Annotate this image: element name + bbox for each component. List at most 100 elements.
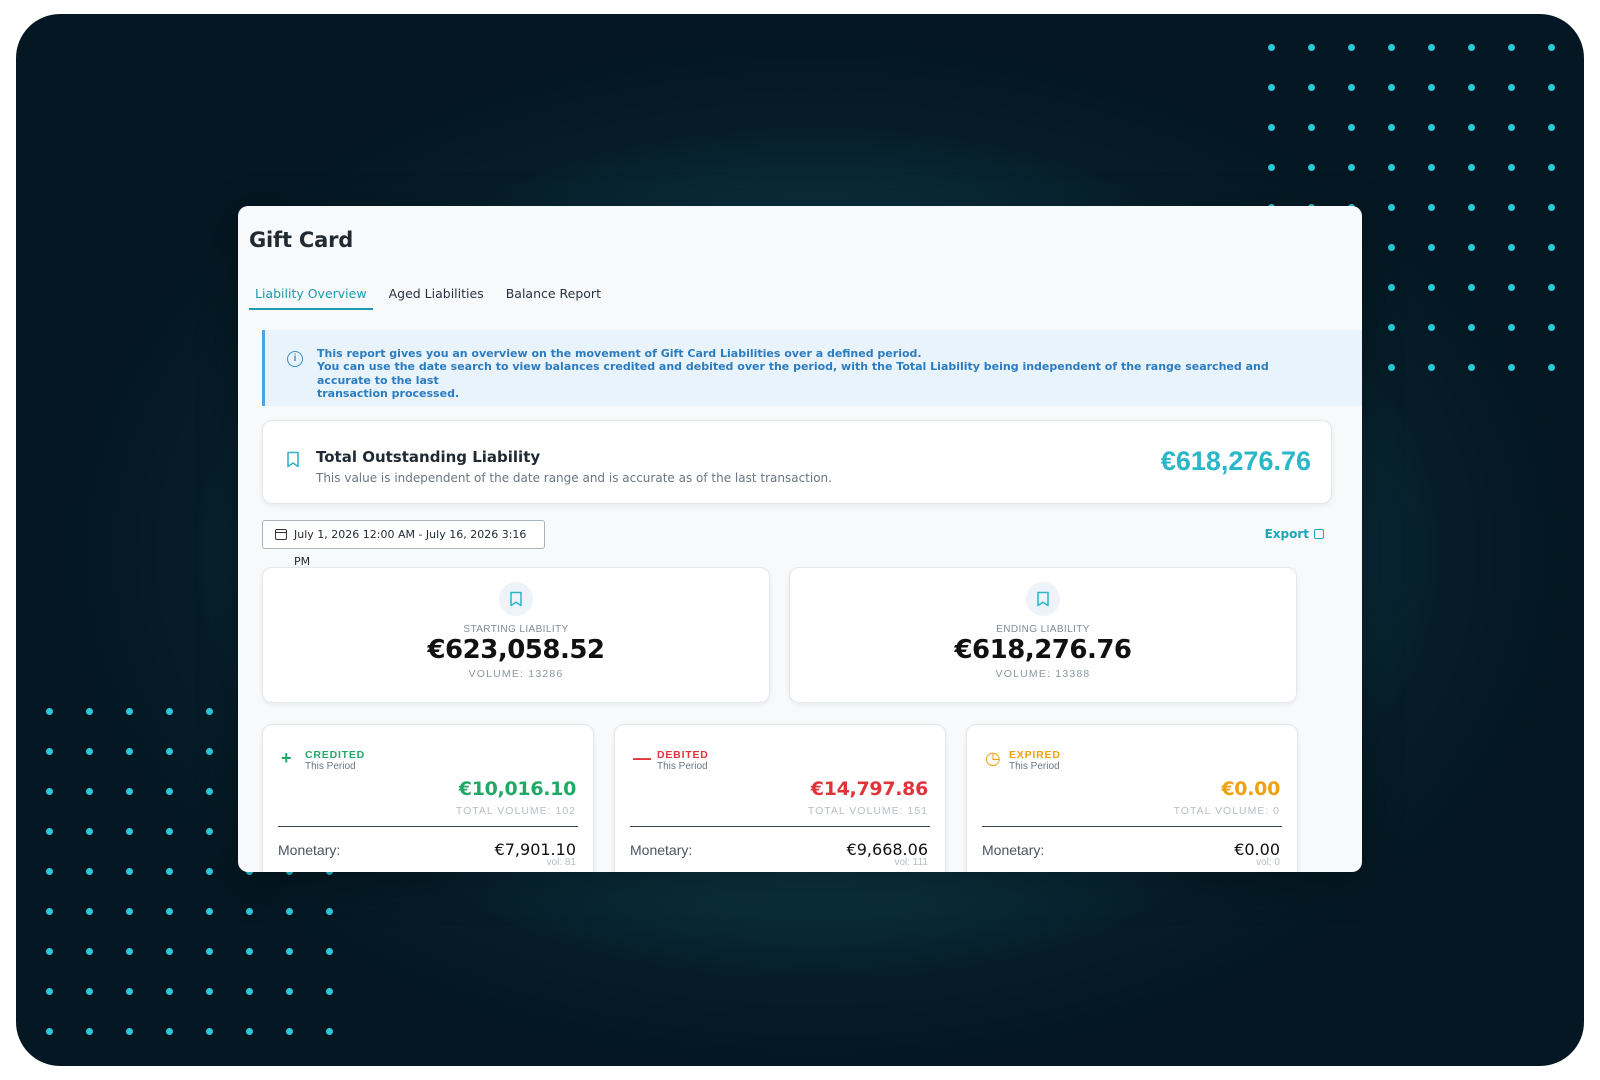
decorative-dot: [166, 708, 173, 715]
movement-subtitle: This Period: [657, 761, 708, 772]
decorative-dot: [1388, 284, 1395, 291]
decorative-dot: [1428, 204, 1435, 211]
monetary-label: Monetary:: [982, 842, 1045, 858]
decorative-dot: [86, 988, 93, 995]
decorative-dot: [1268, 164, 1275, 171]
decorative-dot: [1428, 244, 1435, 251]
app-window: Gift Card Liability Overview Aged Liabil…: [238, 206, 1362, 872]
info-text: This report gives you an overview on the…: [317, 347, 1287, 400]
decorative-dot: [1548, 244, 1555, 251]
decorative-dot: [286, 988, 293, 995]
export-button[interactable]: Export: [1265, 527, 1324, 541]
decorative-dot: [86, 708, 93, 715]
receipt-icon: [287, 451, 299, 468]
movement-amount: €14,797.86: [810, 778, 929, 800]
movement-total-volume: TOTAL VOLUME: 102: [455, 805, 576, 817]
decorative-dot: [1508, 364, 1515, 371]
decorative-dot: [1428, 284, 1435, 291]
decorative-dot: [86, 1028, 93, 1035]
total-liability-title: Total Outstanding Liability: [316, 448, 541, 466]
decorative-dot: [1508, 324, 1515, 331]
decorative-dot: [86, 748, 93, 755]
decorative-dot: [46, 708, 53, 715]
decorative-dot: [126, 1028, 133, 1035]
decorative-dot: [1268, 44, 1275, 51]
decorative-dot: [166, 788, 173, 795]
expired-card: ◷ EXPIRED This Period €0.00 TOTAL VOLUME…: [966, 724, 1298, 872]
decorative-dot: [126, 908, 133, 915]
tab-balance-report[interactable]: Balance Report: [500, 286, 607, 310]
decorative-dot: [1468, 84, 1475, 91]
decorative-dot: [166, 908, 173, 915]
decorative-dot: [1388, 324, 1395, 331]
decorative-dot: [1548, 364, 1555, 371]
movement-total-volume: TOTAL VOLUME: 151: [807, 805, 928, 817]
decorative-dot: [166, 988, 173, 995]
decorative-dot: [1548, 124, 1555, 131]
decorative-dot: [46, 828, 53, 835]
decorative-dot: [1348, 44, 1355, 51]
decorative-dot: [1428, 164, 1435, 171]
decorative-dot: [326, 988, 333, 995]
decorative-dot: [1388, 84, 1395, 91]
decorative-dot: [206, 1028, 213, 1035]
monetary-volume: vol: 111: [894, 857, 928, 868]
decorative-dot: [286, 948, 293, 955]
decorative-dot: [1468, 204, 1475, 211]
decorative-dot: [126, 948, 133, 955]
movement-amount: €0.00: [1221, 778, 1280, 800]
date-range-value: July 1, 2026 12:00 AM - July 16, 2026 3:…: [294, 528, 527, 568]
decorative-dot: [1308, 164, 1315, 171]
decorative-dot: [326, 1028, 333, 1035]
divider: [982, 826, 1282, 827]
liability-label: STARTING LIABILITY: [463, 624, 569, 635]
monetary-volume: vol: 81: [546, 857, 576, 868]
decorative-dot: [1548, 204, 1555, 211]
decorative-dot: [1468, 364, 1475, 371]
decorative-dot: [1388, 204, 1395, 211]
liability-value: €618,276.76: [954, 635, 1132, 665]
decorative-dot: [46, 748, 53, 755]
decorative-dot: [1388, 164, 1395, 171]
liability-volume: VOLUME: 13286: [468, 668, 564, 680]
decorative-dot: [1428, 324, 1435, 331]
decorative-dot: [1508, 244, 1515, 251]
decorative-dot: [1548, 284, 1555, 291]
decorative-dot: [126, 748, 133, 755]
liability-volume: VOLUME: 13388: [995, 668, 1091, 680]
decorative-dot: [126, 868, 133, 875]
decorative-dot: [206, 868, 213, 875]
decorative-dot: [126, 708, 133, 715]
decorative-dot: [286, 908, 293, 915]
decorative-dot: [126, 828, 133, 835]
decorative-dot: [86, 788, 93, 795]
decorative-dot: [1428, 364, 1435, 371]
decorative-dot: [206, 908, 213, 915]
movement-title: CREDITED: [305, 749, 366, 761]
decorative-dot: [46, 988, 53, 995]
plus-icon: +: [281, 748, 292, 768]
decorative-dot: [206, 828, 213, 835]
decorative-dot: [1508, 84, 1515, 91]
info-banner: i This report gives you an overview on t…: [262, 330, 1362, 406]
divider: [278, 826, 578, 827]
date-range-picker[interactable]: July 1, 2026 12:00 AM - July 16, 2026 3:…: [262, 520, 545, 568]
tab-liability-overview[interactable]: Liability Overview: [249, 286, 373, 310]
decorative-dot: [286, 1028, 293, 1035]
decorative-dot: [166, 948, 173, 955]
decorative-dot: [246, 1028, 253, 1035]
decorative-dot: [1468, 284, 1475, 291]
decorative-dot: [46, 948, 53, 955]
decorative-dot: [86, 868, 93, 875]
minus-icon: —: [633, 748, 651, 768]
decorative-dot: [1548, 84, 1555, 91]
decorative-dot: [1548, 324, 1555, 331]
decorative-dot: [1548, 44, 1555, 51]
decorative-dot: [1428, 44, 1435, 51]
decorative-dot: [1428, 84, 1435, 91]
total-liability-card: Total Outstanding Liability This value i…: [262, 420, 1332, 504]
ending-liability-card: ENDING LIABILITY €618,276.76 VOLUME: 133…: [789, 567, 1297, 703]
tab-aged-liabilities[interactable]: Aged Liabilities: [383, 286, 490, 310]
decorative-dot: [46, 908, 53, 915]
external-link-icon: [1314, 529, 1324, 539]
